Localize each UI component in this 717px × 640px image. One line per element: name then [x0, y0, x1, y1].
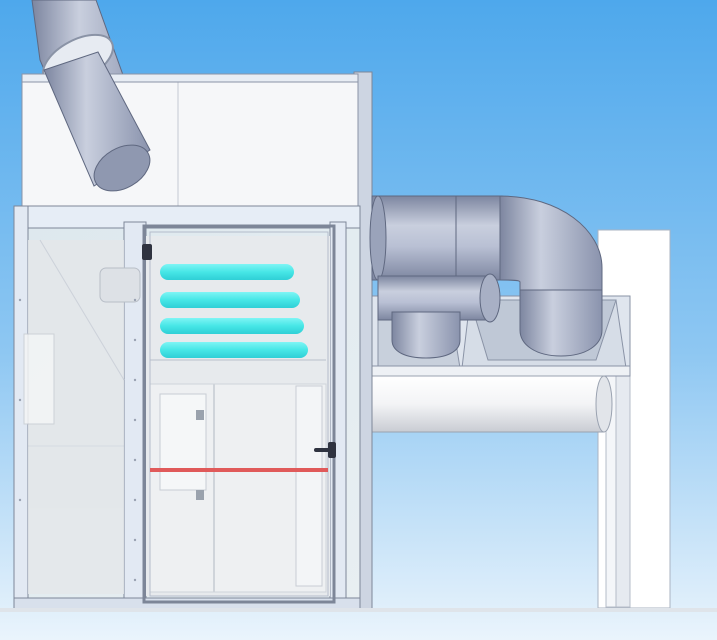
- light-bar: [160, 264, 294, 280]
- roller-cylinder: [371, 375, 613, 433]
- light-bar: [160, 342, 308, 358]
- scene-svg: [0, 0, 717, 640]
- red-beam: [150, 468, 328, 472]
- cad-scene: [0, 0, 717, 640]
- light-bar: [160, 292, 300, 308]
- ground-line: [0, 608, 717, 612]
- hinge-icon: [142, 244, 152, 260]
- light-bar: [160, 318, 304, 334]
